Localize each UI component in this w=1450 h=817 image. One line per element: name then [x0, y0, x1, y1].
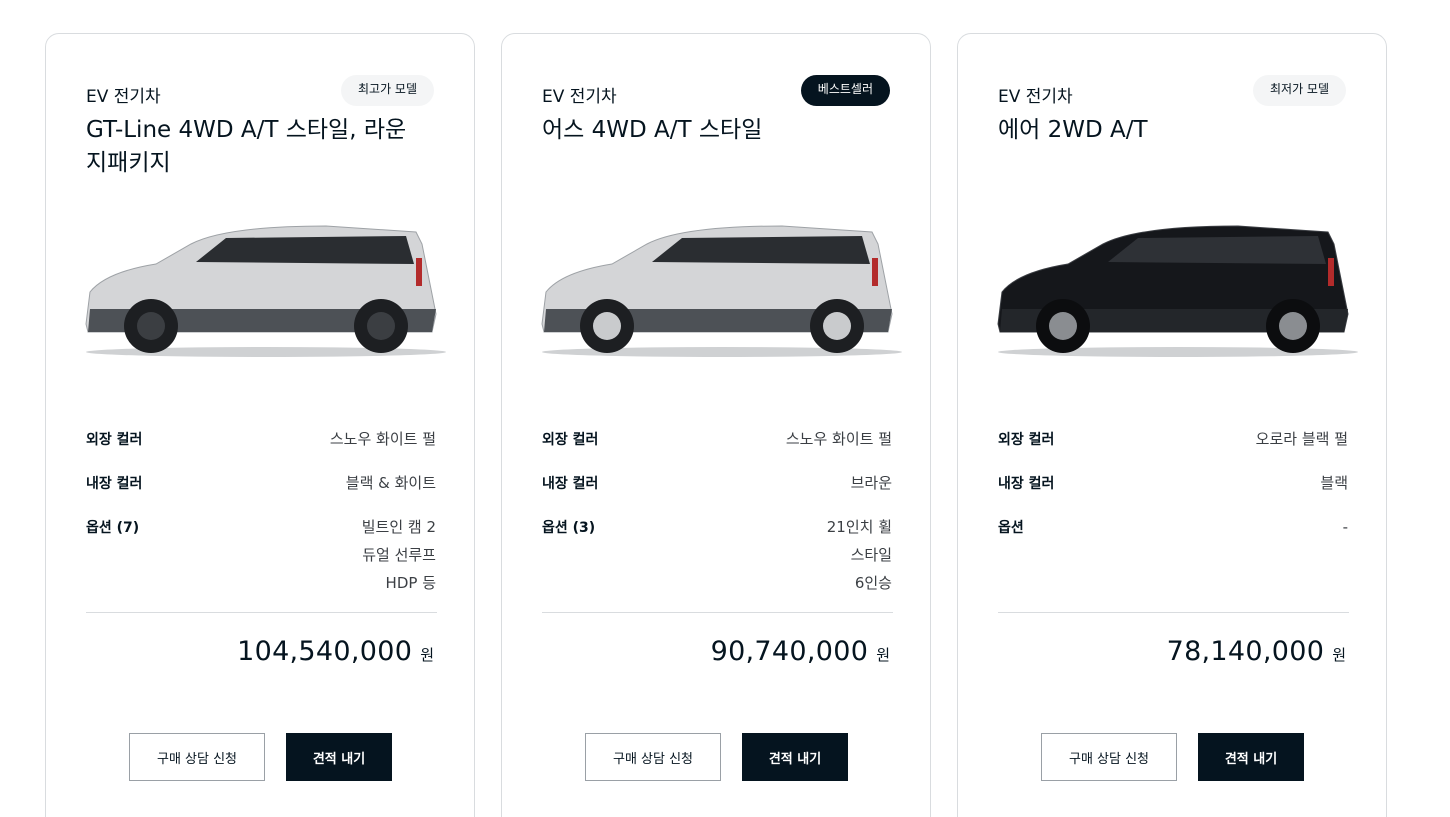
- price: 104,540,000 원: [237, 636, 434, 667]
- option-item: -: [1342, 518, 1348, 536]
- option-item: 듀얼 선루프: [362, 546, 436, 564]
- interior-color-row: 내장 컬러 블랙: [998, 473, 1348, 497]
- interior-color-label: 내장 컬러: [86, 476, 143, 492]
- purchase-consult-button[interactable]: 구매 상담 신청: [1041, 733, 1177, 781]
- exterior-color-label: 외장 컬러: [998, 432, 1055, 448]
- bestseller-badge: 베스트셀러: [800, 75, 890, 106]
- get-estimate-button[interactable]: 견적 내기: [286, 733, 392, 781]
- exterior-color-value: 오로라 블랙 펄: [1255, 430, 1348, 448]
- interior-color-label: 내장 컬러: [542, 476, 599, 492]
- car-image: [541, 225, 902, 357]
- options-row: 옵션 (3) 21인치 휠 스타일 6인승: [542, 517, 892, 597]
- purchase-consult-button[interactable]: 구매 상담 신청: [585, 733, 721, 781]
- price: 78,140,000 원: [1167, 636, 1346, 667]
- get-estimate-button[interactable]: 견적 내기: [742, 733, 848, 781]
- options-values: 21인치 휠 스타일 6인승: [827, 513, 892, 597]
- options-row: 옵션 -: [998, 517, 1348, 541]
- interior-color-label: 내장 컬러: [998, 476, 1055, 492]
- exterior-color-value: 스노우 화이트 펄: [785, 430, 892, 448]
- options-row: 옵션 (7) 빌트인 캠 2 듀얼 선루프 HDP 등: [86, 517, 436, 597]
- vehicle-category: EV 전기차: [998, 87, 1073, 107]
- options-label: 옵션 (7): [86, 520, 140, 536]
- car-image: [997, 225, 1358, 357]
- exterior-color-row: 외장 컬러 오로라 블랙 펄: [998, 429, 1348, 453]
- option-item: HDP 등: [385, 574, 436, 592]
- options-values: -: [1343, 513, 1348, 541]
- divider: [86, 612, 437, 613]
- vehicle-category: EV 전기차: [86, 87, 161, 107]
- option-item: 빌트인 캠 2: [361, 518, 436, 536]
- highest-price-badge: 최고가 모델: [340, 75, 434, 106]
- get-estimate-button[interactable]: 견적 내기: [1198, 733, 1304, 781]
- purchase-consult-button[interactable]: 구매 상담 신청: [129, 733, 265, 781]
- interior-color-value: 브라운: [850, 474, 892, 492]
- price-unit: 원: [876, 646, 890, 664]
- exterior-color-value: 스노우 화이트 펄: [329, 430, 436, 448]
- price-unit: 원: [1332, 646, 1346, 664]
- interior-color-value: 블랙: [1320, 474, 1348, 492]
- vehicle-category: EV 전기차: [542, 87, 617, 107]
- option-item: 21인치 휠: [826, 518, 892, 536]
- trim-card: EV 전기차 최고가 모델 GT-Line 4WD A/T 스타일, 라운지패키…: [45, 33, 475, 817]
- divider: [998, 612, 1349, 613]
- trim-title: 어스 4WD A/T 스타일: [542, 117, 763, 143]
- trim-card: EV 전기차 최저가 모델 에어 2WD A/T 외장 컬러 오로라 블랙 펄 …: [957, 33, 1387, 817]
- exterior-color-label: 외장 컬러: [542, 432, 599, 448]
- trim-title: 에어 2WD A/T: [998, 117, 1148, 143]
- trim-title: GT-Line 4WD A/T 스타일, 라운지패키지: [86, 117, 407, 176]
- interior-color-value: 블랙 & 화이트: [345, 474, 436, 492]
- options-values: 빌트인 캠 2 듀얼 선루프 HDP 등: [362, 513, 436, 597]
- option-item: 스타일: [850, 546, 892, 564]
- option-item: 6인승: [854, 574, 892, 592]
- lowest-price-badge: 최저가 모델: [1252, 75, 1346, 106]
- car-image: [85, 225, 446, 357]
- trim-card: EV 전기차 베스트셀러 어스 4WD A/T 스타일 외장 컬러 스노우 화이…: [501, 33, 931, 817]
- price-amount: 104,540,000: [237, 636, 413, 667]
- price-unit: 원: [420, 646, 434, 664]
- price-amount: 78,140,000: [1166, 636, 1325, 667]
- exterior-color-row: 외장 컬러 스노우 화이트 펄: [542, 429, 892, 453]
- exterior-color-label: 외장 컬러: [86, 432, 143, 448]
- options-label: 옵션 (3): [542, 520, 596, 536]
- exterior-color-row: 외장 컬러 스노우 화이트 펄: [86, 429, 436, 453]
- options-label: 옵션: [998, 520, 1024, 536]
- interior-color-row: 내장 컬러 브라운: [542, 473, 892, 497]
- price: 90,740,000 원: [711, 636, 890, 667]
- price-amount: 90,740,000: [710, 636, 869, 667]
- divider: [542, 612, 893, 613]
- trim-card-list: EV 전기차 최고가 모델 GT-Line 4WD A/T 스타일, 라운지패키…: [0, 0, 1450, 817]
- interior-color-row: 내장 컬러 블랙 & 화이트: [86, 473, 436, 497]
